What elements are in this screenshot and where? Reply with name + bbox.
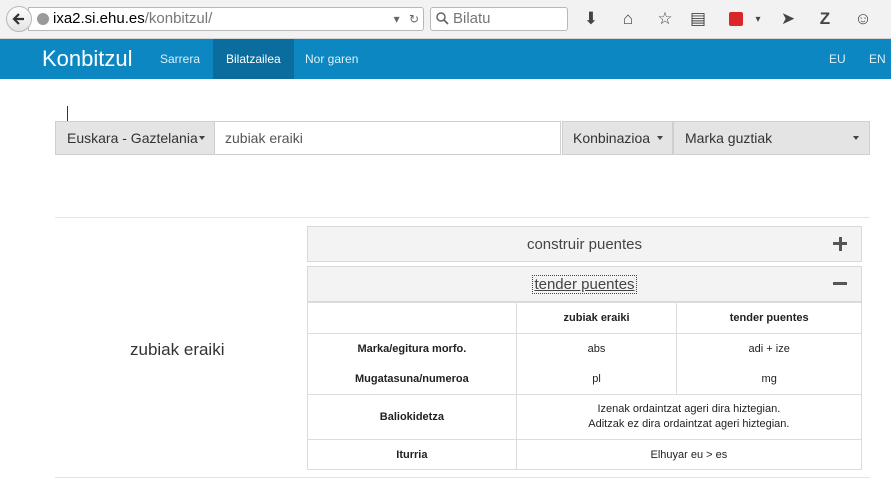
language-pair-select[interactable]: Euskara - Gaztelania xyxy=(55,121,215,155)
translation-panel-construir[interactable]: construir puentes xyxy=(307,226,862,262)
nav-nor-garen[interactable]: Nor garen xyxy=(292,39,371,79)
bookmark-star-icon[interactable]: ☆ xyxy=(654,8,676,30)
url-host: ixa2.si.ehu.es xyxy=(53,10,145,27)
equivalence-value: Izenak ordaintzat ageri dira hiztegian. … xyxy=(515,394,863,440)
chat-icon[interactable]: ☺ xyxy=(852,8,874,30)
minus-icon[interactable] xyxy=(833,277,847,291)
mode-value: Konbinazioa xyxy=(573,130,651,146)
cell-value: pl xyxy=(592,373,601,385)
url-controls: ▾ ↻ xyxy=(388,8,419,30)
translation-label: construir puentes xyxy=(526,236,643,253)
chevron-down-icon xyxy=(853,136,859,140)
home-icon[interactable]: ⌂ xyxy=(617,8,639,30)
col-header-es: tender puentes xyxy=(676,302,862,334)
lang-en[interactable]: EN xyxy=(856,39,891,79)
eu-values: abs pl xyxy=(515,333,678,395)
zotero-icon[interactable]: Z xyxy=(814,8,836,30)
table-corner xyxy=(307,302,517,334)
table-row: Iturria Elhuyar eu > es xyxy=(307,439,863,470)
table-header-row: zubiak eraiki tender puentes xyxy=(307,302,862,334)
lang-eu[interactable]: EU xyxy=(816,39,859,79)
globe-icon xyxy=(37,13,49,25)
source-value: Elhuyar eu > es xyxy=(515,439,863,470)
cell-value: adi + ize xyxy=(748,343,790,355)
result-term: zubiak eraiki xyxy=(130,340,225,359)
query-value: zubiak eraiki xyxy=(225,130,303,146)
divider xyxy=(55,217,870,218)
query-input[interactable]: zubiak eraiki xyxy=(214,121,561,155)
row-label: Marka/egitura morfo. xyxy=(357,343,467,355)
cell-value: abs xyxy=(587,343,606,355)
table-row: Marka/egitura morfo. Mugatasuna/numeroa … xyxy=(307,333,862,395)
col-header-eu: zubiak eraiki xyxy=(515,302,678,334)
send-icon[interactable]: ➤ xyxy=(777,8,799,30)
chevron-down-icon xyxy=(199,136,205,140)
mode-select[interactable]: Konbinazioa xyxy=(562,121,673,155)
row-labels: Marka/egitura morfo. Mugatasuna/numeroa xyxy=(307,333,517,395)
language-pair-value: Euskara - Gaztelania xyxy=(67,130,198,146)
search-icon xyxy=(436,12,449,25)
browser-search-placeholder: Bilatu xyxy=(453,10,491,27)
addon-dropdown-icon[interactable]: ▾ xyxy=(747,8,769,30)
reload-icon[interactable]: ↻ xyxy=(409,12,419,26)
browser-toolbar: ixa2.si.ehu.es/konbitzul/ ▾ ↻ Bilatu ⬇ ⌂… xyxy=(0,0,891,39)
plus-icon[interactable] xyxy=(833,237,847,251)
row-label: Baliokidetza xyxy=(307,394,517,440)
back-arrow-icon xyxy=(12,13,24,25)
row-label: Mugatasuna/numeroa xyxy=(355,373,469,385)
divider xyxy=(55,477,870,478)
addon-icon[interactable] xyxy=(725,8,747,30)
site-navbar: Konbitzul Sarrera Bilatzailea Nor garen … xyxy=(0,39,891,79)
cell-value: mg xyxy=(761,373,777,385)
back-button[interactable] xyxy=(6,6,32,32)
equivalence-line: Izenak ordaintzat ageri dira hiztegian. xyxy=(597,403,781,415)
translation-label: tender puentes xyxy=(532,275,637,294)
download-icon[interactable]: ⬇ xyxy=(580,8,602,30)
detail-table: zubiak eraiki tender puentes Marka/egitu… xyxy=(307,302,863,470)
mark-filter-value: Marka guztiak xyxy=(685,130,773,146)
browser-search-input[interactable]: Bilatu xyxy=(430,7,568,31)
es-values: adi + ize mg xyxy=(676,333,862,395)
chevron-down-icon xyxy=(657,136,663,140)
reading-list-icon[interactable]: ▤ xyxy=(687,8,709,30)
table-row: Baliokidetza Izenak ordaintzat ageri dir… xyxy=(307,394,863,440)
dropdown-arrow-icon[interactable]: ▾ xyxy=(394,12,400,26)
translation-panel-tender[interactable]: tender puentes xyxy=(307,266,862,302)
equivalence-line: Aditzak ez dira ordaintzat ageri hiztegi… xyxy=(588,418,790,430)
row-label: Iturria xyxy=(307,439,517,470)
brand-logo[interactable]: Konbitzul xyxy=(42,39,133,79)
url-path: /konbitzul/ xyxy=(144,10,213,27)
nav-bilatzailea[interactable]: Bilatzailea xyxy=(213,39,294,79)
url-bar[interactable]: ixa2.si.ehu.es/konbitzul/ ▾ ↻ xyxy=(28,7,424,31)
nav-sarrera[interactable]: Sarrera xyxy=(147,39,213,79)
mark-filter-select[interactable]: Marka guztiak xyxy=(673,121,870,155)
